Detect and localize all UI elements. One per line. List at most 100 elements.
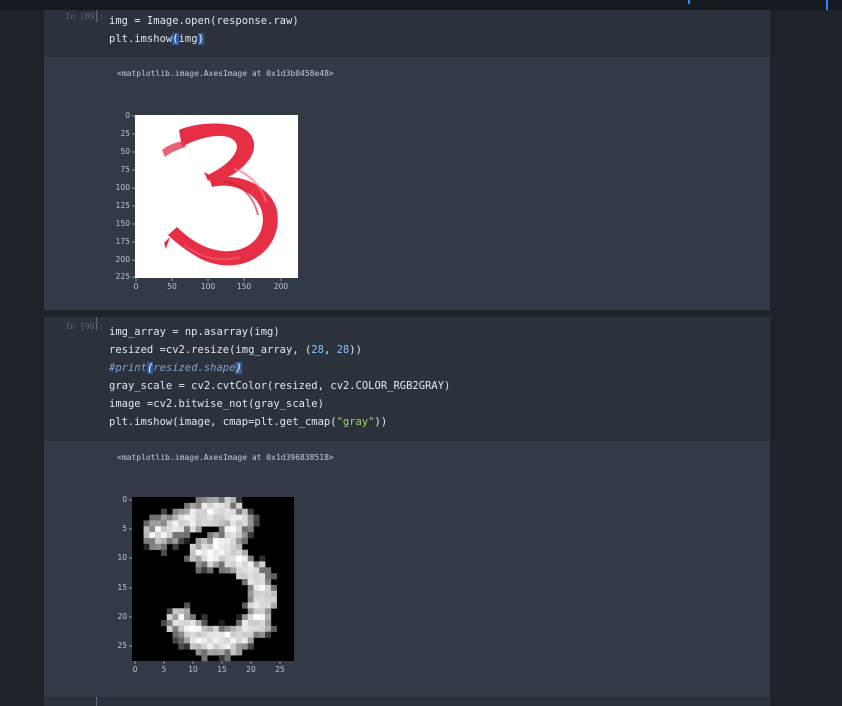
pixel — [160, 508, 168, 515]
pixel — [195, 637, 202, 644]
pixel — [241, 620, 249, 627]
code-line[interactable]: gray_scale = cv2.cvtColor(resized, cv2.C… — [109, 380, 450, 392]
pixel — [155, 520, 162, 527]
imshow-plot-gray: 0 5 10 15 20 25 0 5 10 15 20 25 — [117, 495, 294, 674]
pixel — [201, 508, 208, 515]
pixel — [143, 543, 150, 551]
pixel — [195, 561, 202, 568]
y-tick-label: 0 — [122, 495, 127, 504]
pixel — [213, 532, 220, 539]
pixel — [224, 543, 231, 551]
pixel — [230, 514, 237, 521]
x-tick-label: 50 — [167, 282, 177, 291]
code-line[interactable]: plt.imshow(image, cmap=plt.get_cmap("gra… — [109, 416, 387, 428]
pixel — [247, 596, 254, 603]
pixel — [247, 573, 254, 580]
pixel — [201, 643, 208, 650]
pixel — [241, 526, 249, 533]
pixel — [195, 555, 202, 562]
code-line[interactable]: img_array = np.asarray(img) — [109, 326, 280, 338]
pixel — [259, 561, 266, 568]
code-line[interactable]: image =cv2.bitwise_not(gray_scale) — [109, 398, 324, 410]
code-editor[interactable]: img_array = np.asarray(img) resized =cv2… — [109, 323, 450, 431]
pixel — [155, 526, 162, 533]
code-line[interactable]: plt.imshow(img) — [109, 33, 204, 45]
pixel — [195, 520, 202, 527]
pixel — [207, 543, 214, 551]
pixel — [236, 561, 243, 568]
pixel — [241, 538, 249, 545]
cell-input-area[interactable]: In [89]: img = Image.open(response.raw) … — [44, 10, 770, 57]
pixel — [213, 538, 220, 545]
pixel — [178, 625, 185, 633]
pixel — [155, 532, 162, 539]
pixel — [241, 614, 249, 621]
pixel — [160, 514, 168, 521]
code-line[interactable]: img = Image.open(response.raw) — [109, 15, 299, 27]
pixel — [207, 508, 214, 515]
notebook-cell-89[interactable]: In [89]: img = Image.open(response.raw) … — [44, 10, 770, 310]
pixel — [160, 543, 168, 551]
y-tick-label: 100 — [116, 183, 131, 192]
pixel — [241, 579, 249, 586]
pixel — [189, 637, 196, 644]
pixel — [184, 614, 191, 621]
pixel — [265, 602, 272, 609]
pixel — [236, 555, 243, 562]
pixel — [195, 620, 202, 627]
y-tick-label: 175 — [116, 237, 131, 246]
code-line-comment[interactable]: #print(resized.shape) — [109, 362, 242, 374]
x-tick-label: 150 — [237, 282, 252, 291]
pixel — [270, 573, 277, 580]
pixel — [155, 538, 162, 545]
pixel — [172, 543, 179, 551]
pixel — [224, 549, 231, 556]
pixel — [218, 649, 225, 656]
pixel — [247, 643, 254, 650]
next-cell-edge[interactable] — [44, 697, 770, 706]
code-line[interactable]: resized =cv2.resize(img_array, (28, 28)) — [109, 344, 362, 356]
pixel — [241, 567, 249, 574]
pixel — [160, 538, 168, 545]
pixel — [218, 508, 225, 515]
pixel — [259, 631, 266, 638]
pixel — [195, 649, 202, 656]
pixel — [247, 520, 254, 527]
cell-input-area[interactable]: In [90]: img_array = np.asarray(img) res… — [44, 317, 770, 441]
pixel — [224, 631, 231, 638]
x-tick-label: 0 — [133, 665, 138, 674]
pixel — [253, 602, 260, 609]
pixel — [207, 649, 214, 656]
pixel — [253, 520, 260, 527]
code-editor[interactable]: img = Image.open(response.raw) plt.imsho… — [109, 12, 299, 48]
pixel — [189, 502, 196, 510]
pixel — [241, 549, 249, 556]
pixel — [218, 532, 225, 539]
pixel — [166, 538, 173, 545]
pixel — [189, 549, 196, 556]
pixel — [207, 631, 214, 638]
pixel — [265, 567, 272, 574]
pixel — [195, 625, 202, 633]
pixel — [201, 649, 208, 656]
pixel — [218, 555, 225, 562]
pixel — [241, 520, 249, 527]
pixel — [207, 514, 214, 521]
y-tick-label: 0 — [125, 111, 130, 120]
pixel — [265, 625, 272, 633]
pixel — [189, 543, 196, 551]
pixel — [184, 532, 191, 539]
pixel — [195, 514, 202, 521]
pixel — [218, 502, 225, 510]
pixel — [189, 643, 196, 650]
pixel — [184, 602, 191, 609]
pixel — [207, 502, 214, 510]
y-tick-label: 50 — [120, 147, 130, 156]
pixel — [207, 643, 214, 650]
pixel — [218, 538, 225, 545]
pixel — [259, 590, 266, 597]
notebook-cell-90[interactable]: In [90]: img_array = np.asarray(img) res… — [44, 317, 770, 697]
pixel — [224, 526, 231, 533]
pixel — [253, 584, 260, 592]
pixel — [218, 643, 225, 650]
